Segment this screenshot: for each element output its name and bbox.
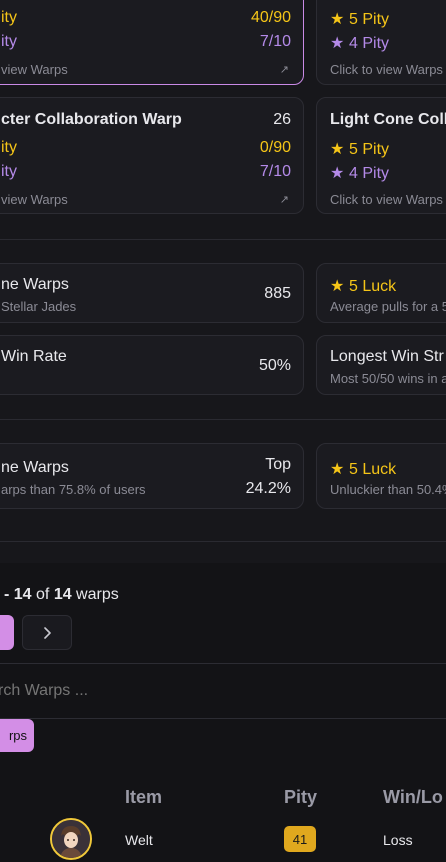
four-star-pity-value: 7/10 bbox=[259, 33, 291, 50]
pity-value: 41 bbox=[292, 831, 308, 847]
table-header-pity[interactable]: Pity bbox=[284, 787, 317, 808]
five-star-pity-label: ity bbox=[1, 139, 17, 156]
filter-label: rps bbox=[8, 728, 27, 743]
table-header-win-loss[interactable]: Win/Lo bbox=[383, 787, 443, 808]
banner-card-standard[interactable]: ity 40/90 ity 7/10 view Warps ↗ bbox=[0, 0, 304, 85]
star-icon: ★ bbox=[330, 141, 345, 158]
stat-title: ne Warps bbox=[1, 276, 69, 293]
banner-card-character-collab[interactable]: cter Collaboration Warp 26 ity 0/90 ity … bbox=[0, 97, 304, 214]
five-star-pity-value: 0/90 bbox=[259, 139, 291, 156]
search-warps-input[interactable] bbox=[0, 664, 446, 718]
view-warps-link[interactable]: view Warps bbox=[1, 192, 68, 207]
rank-title: ne Warps bbox=[1, 459, 69, 476]
section-divider bbox=[0, 419, 446, 420]
star-icon: ★ bbox=[330, 461, 345, 478]
rank-top-value: 24.2% bbox=[245, 480, 291, 497]
stat-subtitle: Stellar Jades bbox=[1, 299, 77, 314]
stat-card-total-warps: ne Warps Stellar Jades 885 bbox=[0, 263, 304, 323]
section-divider bbox=[0, 239, 446, 240]
pagination-total: 14 bbox=[53, 586, 72, 603]
view-warps-link[interactable]: Click to view Warps bbox=[330, 62, 443, 77]
banner-title: cter Collaboration Warp bbox=[1, 111, 182, 128]
external-link-icon: ↗ bbox=[279, 64, 289, 76]
filter-warps-tab[interactable]: rps bbox=[0, 719, 34, 752]
section-divider bbox=[0, 541, 446, 542]
four-star-pity-label: ity bbox=[1, 33, 17, 50]
stat-card-longest-streak: Longest Win Str Most 50/50 wins in a bbox=[316, 335, 446, 395]
rank-subtitle: arps than 75.8% of users bbox=[1, 482, 146, 497]
next-page-button[interactable] bbox=[22, 615, 72, 650]
stat-value: 885 bbox=[264, 285, 291, 302]
rank-card-luck: ★ 5 Luck Unluckier than 50.4% bbox=[316, 443, 446, 509]
win-loss-result: Loss bbox=[383, 832, 413, 848]
five-star-pity-label: 5 Pity bbox=[349, 11, 390, 28]
pagination-start: 14 bbox=[13, 586, 32, 603]
rank-subtitle: Unluckier than 50.4% bbox=[330, 482, 446, 497]
star-icon: ★ bbox=[330, 35, 345, 52]
stat-value: 50% bbox=[258, 357, 291, 374]
chevron-right-icon bbox=[44, 626, 51, 639]
stat-subtitle: Average pulls for a 5 bbox=[330, 299, 446, 314]
banner-warp-count: 26 bbox=[273, 111, 291, 128]
four-star-pity-label: 4 Pity bbox=[349, 35, 390, 52]
stat-subtitle: Most 50/50 wins in a bbox=[330, 371, 446, 386]
external-link-icon: ↗ bbox=[279, 194, 289, 206]
rank-title: 5 Luck bbox=[349, 461, 397, 478]
banner-side-card-1[interactable]: ★ 5 Pity ★ 4 Pity Click to view Warps bbox=[316, 0, 446, 85]
four-star-pity-label: 4 Pity bbox=[349, 165, 390, 182]
four-star-pity-value: 7/10 bbox=[259, 163, 291, 180]
item-name: Welt bbox=[125, 832, 153, 848]
star-icon: ★ bbox=[330, 278, 345, 295]
pity-badge: 41 bbox=[284, 826, 316, 852]
pagination-of: of bbox=[31, 586, 54, 603]
search-bottom-border bbox=[0, 718, 446, 719]
stat-title: 5 Luck bbox=[349, 278, 397, 295]
five-star-pity-value: 40/90 bbox=[250, 9, 291, 26]
view-warps-link[interactable]: view Warps bbox=[1, 62, 68, 77]
stat-card-win-rate: Win Rate 50% bbox=[0, 335, 304, 395]
pagination-dash: - bbox=[4, 586, 14, 603]
pagination-summary: - 14 of 14 warps bbox=[4, 586, 119, 604]
avatar bbox=[50, 818, 92, 860]
table-row[interactable]: Welt 41 Loss bbox=[0, 818, 446, 862]
stat-title: Longest Win Str bbox=[330, 348, 444, 365]
stat-card-luck-average: ★ 5 Luck Average pulls for a 5 bbox=[316, 263, 446, 323]
table-header-item[interactable]: Item bbox=[125, 787, 162, 808]
pagination-suffix: warps bbox=[71, 586, 119, 603]
character-portrait-icon bbox=[52, 820, 90, 858]
five-star-pity-label: 5 Pity bbox=[349, 141, 390, 158]
rank-card-warps: ne Warps arps than 75.8% of users Top 24… bbox=[0, 443, 304, 509]
five-star-pity-label: ity bbox=[1, 9, 17, 26]
banner-side-card-light-cone[interactable]: Light Cone Coll ★ 5 Pity ★ 4 Pity Click to… bbox=[316, 97, 446, 214]
star-icon: ★ bbox=[330, 165, 345, 182]
pagination-current-page-button[interactable] bbox=[0, 615, 14, 650]
star-icon: ★ bbox=[330, 11, 345, 28]
banner-title: Light Cone Coll bbox=[330, 111, 446, 128]
four-star-pity-label: ity bbox=[1, 163, 17, 180]
stat-title: Win Rate bbox=[1, 348, 67, 365]
view-warps-link[interactable]: Click to view Warps bbox=[330, 192, 443, 207]
rank-top-label: Top bbox=[265, 456, 291, 473]
